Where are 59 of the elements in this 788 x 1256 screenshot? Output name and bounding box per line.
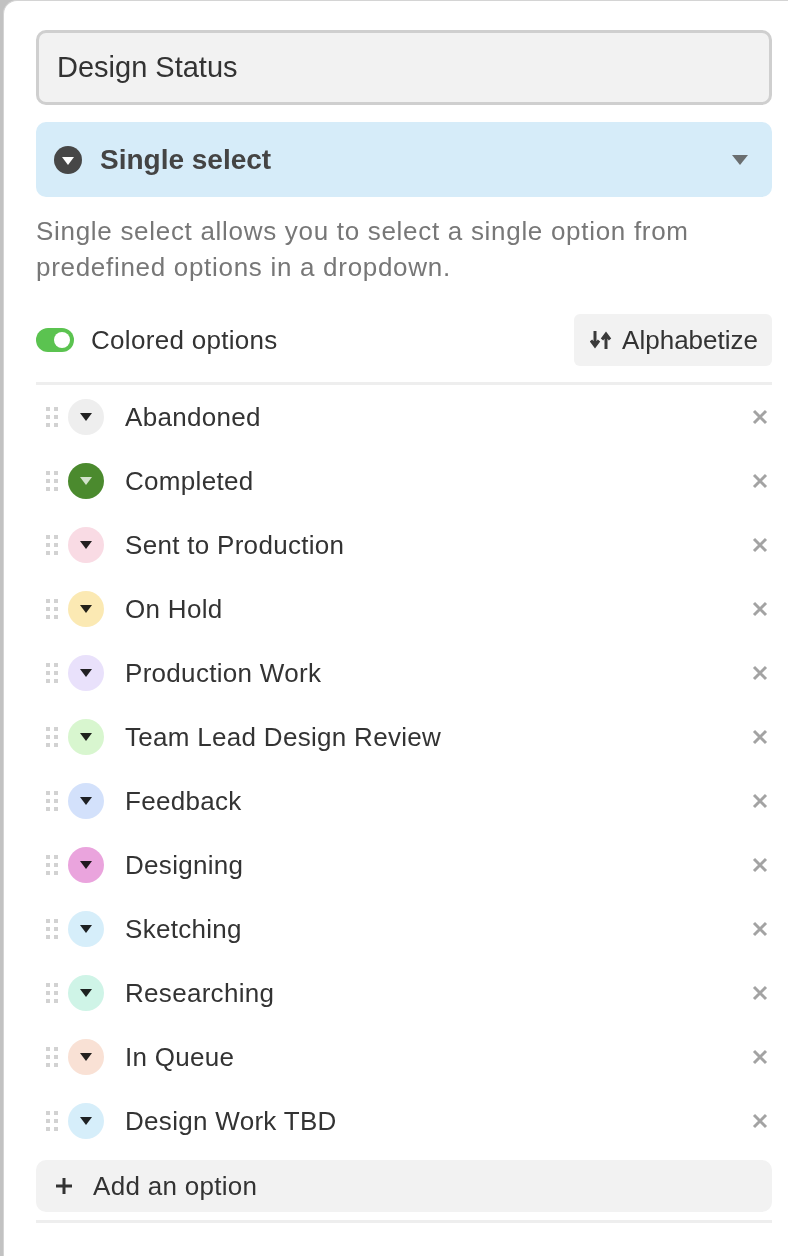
option-color-icon[interactable] [68, 1103, 104, 1139]
option-name[interactable]: Abandoned [125, 397, 752, 437]
close-icon[interactable] [752, 665, 768, 681]
option-name[interactable]: Production Work [125, 653, 752, 693]
close-icon[interactable] [752, 793, 768, 809]
close-icon[interactable] [752, 921, 768, 937]
dropdown-circle-icon [54, 145, 82, 174]
field-type-select[interactable]: Single select [36, 122, 772, 197]
close-icon[interactable] [752, 1113, 768, 1129]
colored-options-label: Colored options [91, 323, 279, 357]
add-option-button[interactable]: Add an option [36, 1160, 772, 1212]
sort-arrows-icon [590, 331, 613, 349]
field-name-input[interactable]: Design Status [36, 30, 772, 105]
option-color-icon[interactable] [68, 911, 104, 947]
option-color-icon[interactable] [68, 847, 104, 883]
option-color-icon[interactable] [68, 783, 104, 819]
field-type-description: Single select allows you to select a single option from predefined options in a dropdown. [36, 215, 690, 284]
option-name[interactable]: On Hold [125, 589, 752, 629]
option-color-icon[interactable] [68, 463, 104, 499]
drag-handle-icon[interactable] [46, 727, 58, 747]
option-color-icon[interactable] [68, 1039, 104, 1075]
option-name[interactable]: In Queue [125, 1037, 752, 1077]
option-name[interactable]: Sent to Production [125, 525, 752, 565]
close-icon[interactable] [752, 1049, 768, 1065]
close-icon[interactable] [752, 857, 768, 873]
close-icon[interactable] [752, 729, 768, 745]
drag-handle-icon[interactable] [46, 919, 58, 939]
close-icon[interactable] [752, 473, 768, 489]
option-name[interactable]: Designing [125, 845, 752, 885]
drag-handle-icon[interactable] [46, 535, 58, 555]
drag-handle-icon[interactable] [46, 1111, 58, 1131]
close-icon[interactable] [752, 601, 768, 617]
caret-icon [732, 154, 748, 165]
option-name[interactable]: Team Lead Design Review [125, 717, 752, 757]
colored-options-toggle[interactable] [36, 328, 74, 352]
option-color-icon[interactable] [68, 591, 104, 627]
option-color-icon[interactable] [68, 527, 104, 563]
drag-handle-icon[interactable] [46, 855, 58, 875]
option-name[interactable]: Design Work TBD [125, 1101, 752, 1141]
option-color-icon[interactable] [68, 655, 104, 691]
drag-handle-icon[interactable] [46, 407, 58, 427]
option-color-icon[interactable] [68, 975, 104, 1011]
drag-handle-icon[interactable] [46, 471, 58, 491]
close-icon[interactable] [752, 409, 768, 425]
option-color-icon[interactable] [68, 399, 104, 435]
option-color-icon[interactable] [68, 719, 104, 755]
option-name[interactable]: Completed [125, 461, 752, 501]
alphabetize-button[interactable]: Alphabetize [574, 314, 772, 366]
close-icon[interactable] [752, 537, 768, 553]
drag-handle-icon[interactable] [46, 599, 58, 619]
option-name[interactable]: Researching [125, 973, 752, 1013]
option-name[interactable]: Sketching [125, 909, 752, 949]
option-name[interactable]: Feedback [125, 781, 752, 821]
drag-handle-icon[interactable] [46, 791, 58, 811]
drag-handle-icon[interactable] [46, 983, 58, 1003]
plus-icon [56, 1178, 72, 1194]
drag-handle-icon[interactable] [46, 1047, 58, 1067]
close-icon[interactable] [752, 985, 768, 1001]
drag-handle-icon[interactable] [46, 663, 58, 683]
